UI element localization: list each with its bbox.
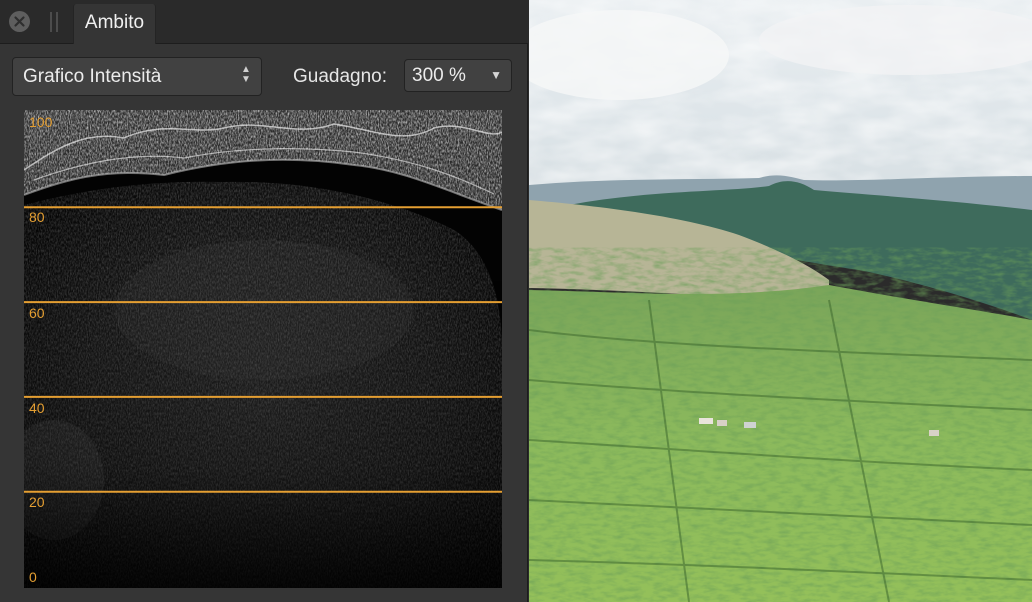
intensity-scope-graph: 100 80 60 40 20 0 xyxy=(24,110,502,588)
up-down-chevron-icon: ▲ ▼ xyxy=(241,64,251,85)
scope-mode-select[interactable]: Grafico Intensità ▲ ▼ xyxy=(12,57,262,96)
tab-ambito[interactable]: Ambito xyxy=(73,4,156,44)
landscape-image xyxy=(529,0,1032,602)
panel-tab-bar: Ambito xyxy=(0,0,528,44)
scope-mode-value: Grafico Intensità xyxy=(23,66,162,87)
scope-tick-label: 20 xyxy=(29,494,45,510)
scope-tick-label: 0 xyxy=(29,569,37,585)
landscape-photo xyxy=(529,0,1032,602)
scope-waveform xyxy=(24,110,502,588)
close-icon xyxy=(14,16,25,27)
dropdown-arrow-icon: ▼ xyxy=(490,68,502,82)
scope-tick-label: 80 xyxy=(29,209,45,225)
scope-tick-label: 40 xyxy=(29,400,45,416)
scope-panel: Ambito Grafico Intensità ▲ ▼ Guadagno: 30… xyxy=(0,0,528,602)
scope-tick-label: 100 xyxy=(29,114,53,130)
close-panel-button[interactable] xyxy=(9,11,30,32)
gain-select[interactable]: 300 % ▼ xyxy=(404,59,512,92)
scope-tick-label: 60 xyxy=(29,305,45,321)
gain-label: Guadagno: xyxy=(293,66,388,87)
panel-drag-handle[interactable] xyxy=(50,12,58,32)
gain-value: 300 % xyxy=(412,65,466,86)
